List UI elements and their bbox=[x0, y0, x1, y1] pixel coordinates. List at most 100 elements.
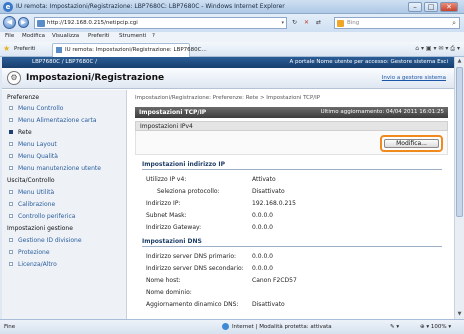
sidebar-item-utilita[interactable]: Menu Utilità bbox=[9, 189, 54, 196]
status-bar: Fine Internet | Modalità protetta: attiv… bbox=[0, 319, 464, 334]
zoom-level[interactable]: ⊕ ▾ 100% ▾ bbox=[420, 324, 451, 330]
forward-icon[interactable]: ▶ bbox=[18, 17, 29, 28]
sidebar-item-gestione-id[interactable]: Gestione ID divisione bbox=[9, 237, 82, 244]
sidebar-item-controllo-periferica[interactable]: Controllo periferica bbox=[9, 213, 75, 220]
breadcrumb: Impostazioni/Registrazione: Preferenze: … bbox=[135, 95, 321, 101]
bullet-icon bbox=[9, 118, 13, 122]
section-header: Impostazioni TCP/IP Ultimo aggiornamento… bbox=[135, 107, 448, 118]
page-title: Impostazioni/Registrazione bbox=[26, 73, 165, 83]
bullet-icon bbox=[9, 190, 13, 194]
sidebar-item-manutenzione[interactable]: Menu manutenzione utente bbox=[9, 165, 101, 172]
page-header: ⚙ Impostazioni/Registrazione Invio a ges… bbox=[2, 68, 454, 89]
row-value: Attivato bbox=[252, 176, 276, 183]
security-zone[interactable]: Internet | Modalità protetta: attivata bbox=[232, 324, 332, 330]
tab-title: IU remota: Impostazioni/Registrazione: L… bbox=[65, 47, 207, 53]
stop-icon[interactable]: ✕ bbox=[304, 19, 309, 26]
group-divider bbox=[142, 169, 442, 170]
edit-button[interactable]: Modifica... bbox=[384, 139, 439, 148]
menu-bar: File Modifica Visualizza Preferiti Strum… bbox=[0, 32, 464, 42]
group-divider bbox=[142, 246, 442, 247]
command-bar-icons[interactable]: ⌂ ▾ ▣ ▾ ✉ ▾ ⎙ ▾ bbox=[415, 45, 460, 53]
row-value: Canon F2CD57 bbox=[252, 277, 297, 284]
row-value: 0.0.0.0 bbox=[252, 253, 273, 260]
row-label: Indirizzo IP: bbox=[146, 200, 181, 207]
address-dropdown-icon[interactable]: ▾ bbox=[281, 20, 284, 26]
maximize-button[interactable]: □ bbox=[424, 2, 438, 12]
scroll-down-icon[interactable]: ▼ bbox=[456, 311, 463, 318]
menu-visualizza[interactable]: Visualizza bbox=[52, 33, 79, 39]
bullet-icon bbox=[9, 154, 13, 158]
row-label: Indirizzo server DNS primario: bbox=[146, 253, 237, 260]
sidebar-item-protezione[interactable]: Protezione bbox=[9, 249, 50, 256]
compat-icon[interactable]: ⇄ bbox=[316, 19, 321, 26]
group-title: Impostazioni indirizzo IP bbox=[142, 161, 225, 168]
section-title: Impostazioni TCP/IP bbox=[139, 109, 207, 116]
row-label: Indirizzo Gateway: bbox=[146, 224, 202, 231]
favorites-button[interactable]: Preferiti bbox=[14, 46, 36, 52]
internet-zone-icon bbox=[222, 323, 229, 330]
sidebar-item-rete[interactable]: Rete bbox=[9, 129, 32, 136]
sidebar-item-menu-controllo[interactable]: Menu Controllo bbox=[9, 105, 63, 112]
row-label: Seleziona protocollo: bbox=[157, 188, 220, 195]
row-value: 0.0.0.0 bbox=[252, 265, 273, 272]
bullet-active-icon bbox=[9, 130, 13, 134]
sidebar-item-licenza[interactable]: Licenza/Altro bbox=[9, 261, 57, 268]
bullet-icon bbox=[9, 166, 13, 170]
scroll-up-icon[interactable]: ▲ bbox=[456, 58, 463, 65]
group-title: Impostazioni DNS bbox=[142, 238, 202, 245]
row-label: Subnet Mask: bbox=[146, 212, 187, 219]
row-label: Utilizzo IP v4: bbox=[146, 176, 187, 183]
browser-tab[interactable]: IU remota: Impostazioni/Registrazione: L… bbox=[52, 43, 207, 57]
edit-button-highlight: Modifica... bbox=[380, 135, 443, 152]
back-icon[interactable]: ◀ bbox=[3, 16, 16, 29]
device-user-links[interactable]: A portale Nome utente per accesso: Gesto… bbox=[290, 59, 448, 65]
favorites-star-icon[interactable]: ★ bbox=[3, 44, 10, 53]
ie-logo-icon: e bbox=[3, 2, 13, 12]
sidebar-section-title: Impostazioni gestione bbox=[7, 225, 73, 232]
menu-preferiti[interactable]: Preferiti bbox=[88, 33, 110, 39]
refresh-icon[interactable]: ↻ bbox=[292, 19, 297, 26]
row-label: Aggiornamento dinamico DNS: bbox=[146, 301, 239, 308]
scroll-thumb[interactable] bbox=[456, 67, 463, 217]
sidebar-item-qualita[interactable]: Menu Qualità bbox=[9, 153, 58, 160]
sidebar-section-title: Preferenze bbox=[7, 94, 40, 101]
bullet-icon bbox=[9, 202, 13, 206]
search-input[interactable]: Bing ⌕ bbox=[334, 17, 460, 29]
minimize-button[interactable]: – bbox=[408, 2, 422, 12]
page-icon bbox=[37, 20, 45, 27]
tools-icon[interactable]: ✎ ▾ bbox=[390, 324, 399, 330]
menu-strumenti[interactable]: Strumenti bbox=[119, 33, 146, 39]
bing-icon bbox=[337, 20, 344, 27]
url-text: http://192.168.0.215/netipcip.cgi bbox=[47, 20, 138, 26]
sidebar-item-calibrazione[interactable]: Calibrazione bbox=[9, 201, 55, 208]
tab-page-icon bbox=[56, 47, 62, 53]
sidebar-item-alimentazione[interactable]: Menu Alimentazione carta bbox=[9, 117, 97, 124]
subsection-title: Impostazioni IPv4 bbox=[140, 123, 193, 130]
status-text: Fine bbox=[4, 324, 16, 330]
sidebar-item-layout[interactable]: Menu Layout bbox=[9, 141, 57, 148]
menu-file[interactable]: File bbox=[5, 33, 14, 39]
close-button[interactable]: ✕ bbox=[440, 2, 458, 12]
admin-link[interactable]: Invio a gestore sistema bbox=[382, 75, 446, 81]
row-label: Indirizzo server DNS secondario: bbox=[146, 265, 244, 272]
device-name: LBP7680C / LBP7680C / bbox=[32, 59, 97, 65]
vertical-scrollbar[interactable]: ▲ ▼ bbox=[454, 57, 464, 319]
address-input[interactable]: http://192.168.0.215/netipcip.cgi ▾ bbox=[34, 17, 287, 29]
bullet-icon bbox=[9, 250, 13, 254]
bullet-icon bbox=[9, 106, 13, 110]
row-value: 192.168.0.215 bbox=[252, 200, 296, 207]
search-icon[interactable]: ⌕ bbox=[452, 19, 456, 28]
row-label: Nome host: bbox=[146, 277, 181, 284]
last-update: Ultimo aggiornamento: 04/04 2011 16:01:2… bbox=[320, 109, 444, 115]
row-value: 0.0.0.0 bbox=[252, 224, 273, 231]
row-label: Nome dominio: bbox=[146, 289, 192, 296]
address-toolbar: ◀ ▶ http://192.168.0.215/netipcip.cgi ▾ … bbox=[0, 14, 464, 32]
menu-modifica[interactable]: Modifica bbox=[22, 33, 45, 39]
menu-help[interactable]: ? bbox=[152, 33, 155, 39]
row-value: 0.0.0.0 bbox=[252, 212, 273, 219]
sidebar-section-title: Uscita/Controllo bbox=[7, 177, 55, 184]
search-placeholder: Bing bbox=[347, 20, 360, 26]
favorites-bar: ★ Preferiti IU remota: Impostazioni/Regi… bbox=[0, 42, 464, 57]
row-value: Disattivato bbox=[252, 301, 285, 308]
window-title: IU remota: Impostazioni/Registrazione: L… bbox=[16, 3, 285, 10]
